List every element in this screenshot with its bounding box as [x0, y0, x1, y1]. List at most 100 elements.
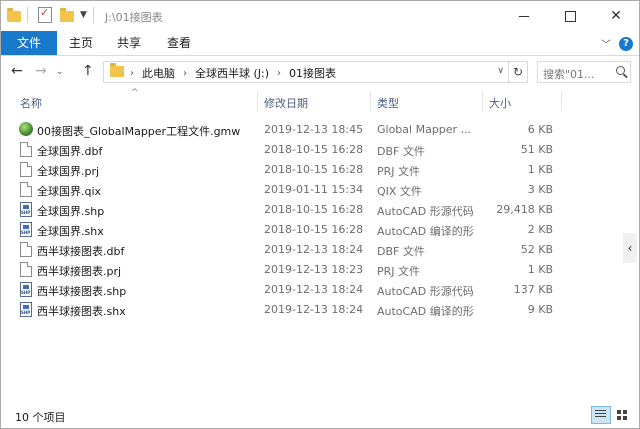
breadcrumb: › 此电脑 › 全球西半球 (J:) › 01接图表	[130, 65, 336, 81]
file-type: QIX 文件	[377, 185, 422, 198]
breadcrumb-this-pc[interactable]: 此电脑	[142, 65, 175, 81]
file-name: 西半球接图表.dbf	[37, 245, 125, 258]
file-type: PRJ 文件	[377, 265, 421, 278]
column-header-size[interactable]: 大小	[489, 95, 511, 111]
minimize-icon	[519, 15, 529, 17]
file-row[interactable]: 全球国界.qix 2019-01-11 15:34 QIX 文件 3 KB	[1, 180, 621, 200]
file-type: DBF 文件	[377, 145, 425, 158]
expand-ribbon-icon[interactable]: ﹀	[601, 36, 611, 51]
toolbar-divider	[92, 7, 94, 23]
properties-icon[interactable]	[38, 6, 52, 23]
file-row[interactable]: 全球国界.dbf 2018-10-15 16:28 DBF 文件 51 KB	[1, 140, 621, 160]
collapse-pane-chevron-icon[interactable]: ‹	[623, 233, 637, 263]
address-history-dropdown-icon[interactable]: ∨	[497, 66, 504, 76]
file-date: 2019-12-13 18:23	[264, 263, 364, 276]
refresh-button[interactable]: ↻	[509, 61, 528, 83]
file-size: 3 KB	[527, 183, 553, 196]
file-name: 00接图表_GlobalMapper工程文件.gmw	[37, 125, 241, 138]
file-type: DBF 文件	[377, 245, 425, 258]
folder-icon	[110, 63, 124, 77]
file-row[interactable]: 西半球接图表.shp 2019-12-13 18:24 AutoCAD 形源代码 13…	[1, 280, 621, 300]
file-icon	[20, 242, 32, 257]
file-row[interactable]: 全球国界.shx 2018-10-15 16:28 AutoCAD 编译的形 2 KB	[1, 220, 621, 240]
file-size: 52 KB	[520, 243, 553, 256]
file-name: 西半球接图表.prj	[37, 265, 122, 278]
column-divider[interactable]	[257, 91, 258, 111]
breadcrumb-current-folder[interactable]: 01接图表	[289, 65, 336, 81]
tab-share[interactable]: 共享	[109, 31, 149, 55]
new-folder-icon[interactable]	[60, 7, 74, 22]
file-size: 137 KB	[513, 283, 553, 296]
file-row[interactable]: 全球国界.prj 2018-10-15 16:28 PRJ 文件 1 KB	[1, 160, 621, 180]
file-size: 51 KB	[520, 143, 553, 156]
file-list: 00接图表_GlobalMapper工程文件.gmw 2019-12-13 18:…	[1, 120, 621, 320]
recent-locations-icon[interactable]: ⌄	[56, 67, 64, 77]
maximize-button[interactable]	[547, 1, 593, 31]
file-name: 全球国界.shx	[37, 225, 104, 238]
file-type: Global Mapper ...	[377, 123, 472, 136]
file-date: 2019-12-13 18:24	[264, 283, 364, 296]
file-date: 2018-10-15 16:28	[264, 143, 364, 156]
back-arrow-icon[interactable]: ←	[11, 63, 23, 79]
file-icon	[20, 262, 32, 277]
close-button[interactable]: ✕	[593, 1, 639, 31]
file-size: 1 KB	[527, 163, 553, 176]
status-item-count: 10 个项目	[15, 411, 66, 424]
file-name: 全球国界.shp	[37, 205, 105, 218]
column-divider[interactable]	[370, 91, 371, 111]
file-row[interactable]: 西半球接图表.prj 2019-12-13 18:23 PRJ 文件 1 KB	[1, 260, 621, 280]
file-name: 西半球接图表.shx	[37, 305, 126, 318]
column-divider[interactable]	[482, 91, 483, 111]
maximize-icon	[564, 10, 576, 22]
title-bar: ▼ J:\01接图表 ✕	[1, 1, 639, 31]
breadcrumb-drive[interactable]: 全球西半球 (J:)	[195, 65, 269, 81]
close-icon: ✕	[610, 8, 622, 24]
file-date: 2019-12-13 18:24	[264, 303, 364, 316]
up-arrow-icon[interactable]: ↑	[82, 63, 94, 79]
window-title: J:\01接图表	[105, 11, 163, 24]
file-type: AutoCAD 编译的形	[377, 305, 474, 318]
search-input[interactable]: 搜索"01...	[537, 61, 631, 83]
tab-view[interactable]: 查看	[159, 31, 199, 55]
file-name: 全球国界.qix	[37, 185, 102, 198]
file-icon	[20, 182, 32, 197]
customize-toolbar-icon[interactable]: ▼	[80, 10, 87, 20]
shp-icon	[20, 202, 32, 217]
search-placeholder: 搜索"01...	[543, 68, 595, 81]
column-headers: ^ 名称 修改日期 类型 大小	[1, 88, 621, 113]
file-size: 9 KB	[527, 303, 553, 316]
file-type: AutoCAD 形源代码	[377, 205, 474, 218]
column-header-name[interactable]: 名称	[20, 95, 42, 111]
breadcrumb-chevron-icon[interactable]: ›	[277, 68, 281, 79]
explorer-window: ▼ J:\01接图表 ✕ 文件 主页 共享 查看 ﹀ ? ← → ⌄ ↑ › 此…	[0, 0, 640, 429]
file-name: 西半球接图表.shp	[37, 285, 127, 298]
file-row[interactable]: 00接图表_GlobalMapper工程文件.gmw 2019-12-13 18:…	[1, 120, 621, 140]
file-row[interactable]: 西半球接图表.dbf 2019-12-13 18:24 DBF 文件 52 KB	[1, 240, 621, 260]
folder-icon	[7, 7, 21, 22]
refresh-icon: ↻	[512, 65, 524, 79]
file-date: 2018-10-15 16:28	[264, 223, 364, 236]
quick-access-toolbar: ▼	[7, 6, 100, 23]
shp-icon	[20, 222, 32, 237]
address-bar[interactable]: › 此电脑 › 全球西半球 (J:) › 01接图表 ∨	[103, 61, 509, 83]
navigation-bar: ← → ⌄ ↑ › 此电脑 › 全球西半球 (J:) › 01接图表 ∨ ↻ 搜…	[1, 56, 639, 88]
file-row[interactable]: 西半球接图表.shx 2019-12-13 18:24 AutoCAD 编译的形 9 …	[1, 300, 621, 320]
file-size: 29,418 KB	[496, 203, 553, 216]
tab-file[interactable]: 文件	[1, 31, 57, 55]
details-view-icon[interactable]	[591, 406, 611, 424]
breadcrumb-chevron-icon[interactable]: ›	[130, 68, 134, 79]
tab-home[interactable]: 主页	[61, 31, 101, 55]
breadcrumb-chevron-icon[interactable]: ›	[183, 68, 187, 79]
minimize-button[interactable]	[501, 1, 547, 31]
column-header-date[interactable]: 修改日期	[264, 95, 308, 111]
file-date: 2018-10-15 16:28	[264, 163, 364, 176]
column-divider[interactable]	[561, 91, 562, 111]
sort-ascending-icon: ^	[131, 88, 139, 98]
large-icons-view-icon[interactable]	[613, 406, 633, 424]
shp-icon	[20, 302, 32, 317]
column-header-type[interactable]: 类型	[377, 95, 399, 111]
file-row[interactable]: 全球国界.shp 2018-10-15 16:28 AutoCAD 形源代码 29,4…	[1, 200, 621, 220]
toolbar-divider	[27, 7, 28, 23]
forward-arrow-icon[interactable]: →	[35, 63, 47, 79]
help-icon[interactable]: ?	[619, 36, 633, 51]
